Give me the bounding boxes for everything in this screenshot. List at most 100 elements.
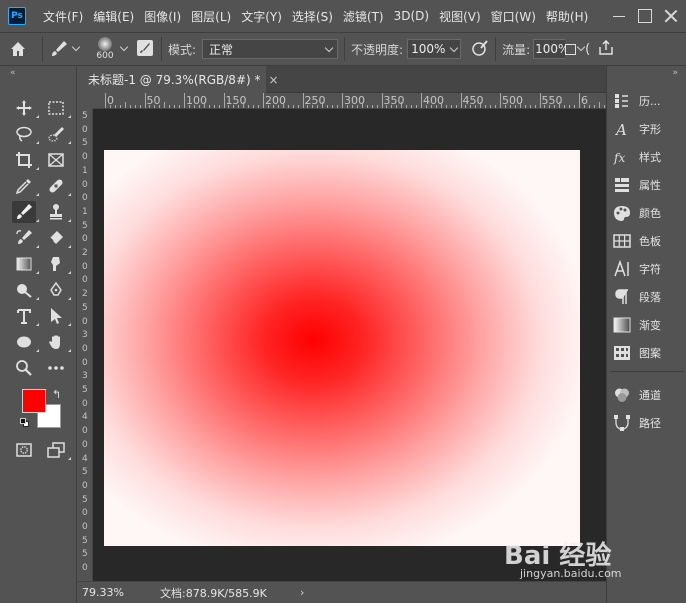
brush-settings-toggle[interactable]	[135, 38, 155, 61]
menu-help[interactable]: 帮助(H)	[541, 8, 593, 25]
healing-brush-tool[interactable]	[44, 175, 71, 197]
zoom-level[interactable]: 79.33%	[78, 586, 126, 599]
hand-tool[interactable]	[44, 331, 71, 353]
document-tab[interactable]: 未标题-1 @ 79.3%(RGB/8#) * ×	[78, 66, 279, 93]
panel-label: 颜色	[639, 207, 661, 220]
panel-channels[interactable]: 通道	[613, 383, 685, 407]
horizontal-ruler[interactable]: 0 50 100 150 200 250 300 350 400 450 500 550 6	[93, 93, 606, 109]
edit-toolbar-button[interactable]	[44, 357, 68, 379]
quick-selection-tool[interactable]	[44, 123, 71, 145]
ruler-origin[interactable]	[78, 93, 93, 109]
brush-tool[interactable]	[12, 201, 39, 223]
clone-stamp-tool[interactable]	[44, 201, 71, 223]
ruler-tick	[445, 105, 447, 108]
panel-color[interactable]: 颜色	[613, 201, 685, 225]
vertical-ruler[interactable]: 5 0 5 0 1 0 0 1 5 0 2 0 0 2 5 0 3 0 0 3 5 0 4 0 0 4 5 0 5 0 0 5 5 0	[78, 109, 93, 581]
menu-window[interactable]: 窗口(W)	[486, 8, 541, 25]
ruler-tick	[425, 105, 427, 108]
panel-glyphs[interactable]: A 字形	[613, 117, 685, 141]
chevron-right-icon[interactable]: ›	[300, 586, 304, 599]
panel-styles[interactable]: fx 样式	[613, 145, 685, 169]
maximize-button[interactable]	[638, 9, 652, 23]
close-button[interactable]	[664, 9, 678, 23]
panel-gradients[interactable]: 渐变	[613, 313, 685, 337]
magnifier-icon	[16, 360, 32, 376]
ruler-label: 0	[82, 508, 88, 519]
ruler-label: 0	[82, 357, 88, 368]
divider	[42, 37, 43, 61]
ruler-tick	[544, 105, 546, 108]
gradient-tool[interactable]	[12, 253, 39, 275]
document-area: 未标题-1 @ 79.3%(RGB/8#) * × 0 50 100 150 200 25…	[78, 66, 606, 603]
ruler-label: 5	[82, 467, 88, 478]
panel-properties[interactable]: 属性	[613, 173, 685, 197]
ellipse-tool[interactable]	[12, 331, 39, 353]
swap-colors-icon[interactable]: ↰	[52, 388, 61, 401]
panel-history[interactable]: 历...	[613, 89, 685, 113]
path-selection-tool[interactable]	[44, 305, 71, 327]
ruler-tick	[114, 105, 116, 108]
crop-tool[interactable]	[12, 149, 39, 171]
menu-layer[interactable]: 图层(L)	[186, 8, 236, 25]
ruler-label: 4	[82, 412, 88, 423]
quick-mask-button[interactable]	[12, 439, 36, 461]
brush-size-picker[interactable]: 600	[93, 37, 133, 61]
menu-select[interactable]: 选择(S)	[287, 8, 338, 25]
dodge-tool[interactable]	[12, 279, 39, 301]
collapse-icon[interactable]: »	[672, 68, 678, 78]
foreground-color-swatch[interactable]	[22, 389, 46, 413]
ruler-tick	[401, 102, 403, 108]
menu-filter[interactable]: 滤镜(T)	[338, 8, 389, 25]
close-icon[interactable]: ×	[269, 73, 279, 87]
canvas-document[interactable]	[104, 150, 580, 546]
watermark-url: jingyan.baidu.com	[520, 567, 622, 580]
frame-tool[interactable]	[44, 149, 68, 171]
pressure-opacity-button[interactable]	[471, 39, 489, 60]
marquee-tool[interactable]	[44, 97, 71, 119]
eraser-icon	[49, 231, 63, 244]
menu-3d[interactable]: 3D(D)	[389, 9, 434, 23]
collapse-icon[interactable]: «	[10, 68, 16, 78]
panel-paths[interactable]: 路径	[613, 411, 685, 435]
tool-preset-picker[interactable]	[49, 39, 85, 59]
flow-input[interactable]: 100%	[533, 39, 566, 59]
panel-swatches[interactable]: 色板	[613, 229, 685, 253]
ruler-label: 0	[82, 261, 88, 272]
ruler-tick	[529, 105, 531, 108]
menu-type[interactable]: 文字(Y)	[236, 8, 287, 25]
menu-file[interactable]: 文件(F)	[38, 8, 88, 25]
lasso-tool[interactable]	[12, 123, 39, 145]
ruler-tick	[480, 102, 482, 108]
home-button[interactable]	[0, 40, 36, 58]
ruler-label: 4	[82, 453, 88, 464]
airbrush-button[interactable]: (	[585, 42, 590, 57]
move-tool[interactable]	[12, 97, 39, 119]
mode-value: 正常	[209, 42, 234, 57]
ruler-label: 0	[82, 152, 88, 163]
menu-edit[interactable]: 编辑(E)	[88, 8, 139, 25]
panel-character[interactable]: 字符	[613, 257, 685, 281]
ruler-tick	[124, 102, 126, 108]
panel-patterns[interactable]: 图案	[613, 341, 685, 365]
mode-select[interactable]: 正常	[202, 39, 339, 59]
panel-paragraph[interactable]: 段落	[613, 285, 685, 309]
eyedropper-tool[interactable]	[12, 175, 39, 197]
menu-view[interactable]: 视图(V)	[434, 8, 486, 25]
screen-mode-button[interactable]	[44, 439, 71, 461]
history-brush-tool[interactable]	[12, 227, 39, 249]
history-brush-icon	[16, 230, 32, 244]
menu-image[interactable]: 图像(I)	[139, 8, 186, 25]
smudge-tool[interactable]	[44, 253, 71, 275]
zoom-tool[interactable]	[12, 357, 36, 379]
default-colors-icon[interactable]	[20, 418, 30, 428]
flow-dropdown-button[interactable]	[565, 39, 586, 59]
ruler-tick	[500, 93, 501, 108]
eraser-tool[interactable]	[44, 227, 71, 249]
minimize-button[interactable]	[612, 9, 626, 23]
ruler-label: 0	[82, 179, 88, 190]
pen-tool[interactable]	[44, 279, 71, 301]
type-tool[interactable]	[12, 305, 39, 327]
share-button[interactable]	[598, 39, 614, 59]
panel-label: 字形	[639, 123, 661, 136]
opacity-input[interactable]: 100%	[407, 39, 462, 59]
